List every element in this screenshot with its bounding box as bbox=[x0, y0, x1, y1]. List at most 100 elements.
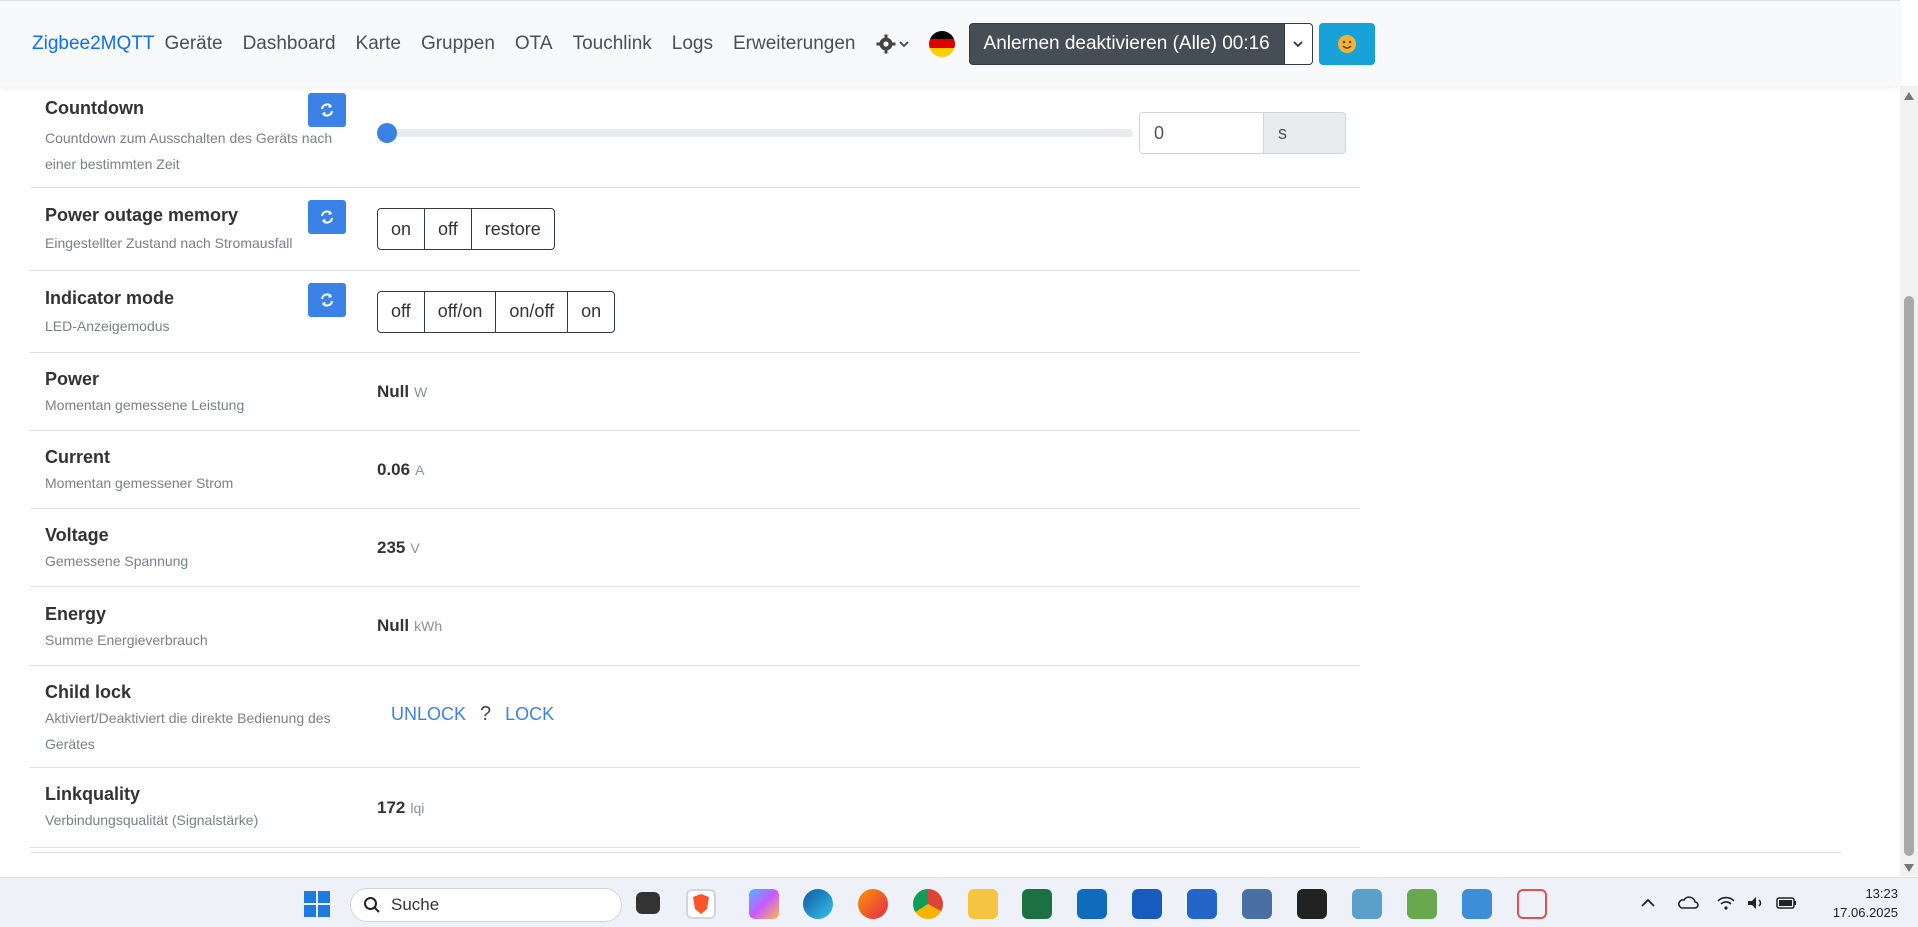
excel-icon[interactable] bbox=[1022, 889, 1052, 919]
row-description: Aktiviert/Deaktiviert die direkte Bedien… bbox=[45, 710, 331, 752]
option-off-button[interactable]: off bbox=[377, 290, 425, 333]
word-icon[interactable] bbox=[1132, 889, 1162, 919]
row-energy: Energy Summe Energieverbrauch Null kWh bbox=[30, 587, 1360, 666]
outlook-icon[interactable] bbox=[1077, 889, 1107, 919]
row-title: Power bbox=[45, 369, 100, 389]
option-off-button[interactable]: off bbox=[424, 208, 472, 250]
nav-link-map[interactable]: Karte bbox=[356, 33, 401, 55]
copilot-icon[interactable] bbox=[749, 889, 779, 919]
refresh-button[interactable] bbox=[308, 93, 346, 127]
power-value: Null bbox=[377, 381, 410, 401]
refresh-icon bbox=[321, 293, 333, 307]
permit-join-dropdown-toggle[interactable] bbox=[1284, 22, 1313, 65]
task-view-icon[interactable] bbox=[636, 892, 660, 914]
current-unit: A bbox=[415, 461, 425, 478]
taskbar-search[interactable]: Suche bbox=[350, 888, 622, 922]
edge-browser-icon[interactable] bbox=[803, 889, 833, 919]
settings-dropdown[interactable] bbox=[876, 34, 909, 54]
nav-link-logs[interactable]: Logs bbox=[672, 33, 713, 55]
row-child-lock: Child lock Aktiviert/Deaktiviert die dir… bbox=[30, 666, 1360, 768]
permit-join-button[interactable]: Anlernen deaktivieren (Alle) 00:16 bbox=[968, 22, 1285, 65]
chevron-down-icon bbox=[1293, 40, 1303, 47]
start-button[interactable] bbox=[302, 889, 332, 919]
countdown-input[interactable]: 0 bbox=[1139, 112, 1264, 154]
child-lock-control: UNLOCK ? LOCK bbox=[377, 703, 554, 726]
option-off-on-button[interactable]: off/on bbox=[423, 290, 497, 333]
indicator-mode-options: off off/on on/off on bbox=[377, 290, 616, 333]
energy-value: Null bbox=[377, 616, 410, 635]
slider-track bbox=[377, 129, 1133, 137]
countdown-slider[interactable] bbox=[377, 123, 1133, 143]
countdown-unit: s bbox=[1264, 112, 1346, 154]
slider-thumb[interactable] bbox=[377, 123, 397, 143]
wifi-icon[interactable] bbox=[1716, 894, 1736, 912]
nav-link-groups[interactable]: Gruppen bbox=[421, 33, 495, 55]
brand-link[interactable]: Zigbee2MQTT bbox=[32, 33, 154, 55]
emoji-face-icon bbox=[1337, 34, 1356, 53]
chevron-down-icon bbox=[898, 40, 909, 47]
row-title: Energy bbox=[45, 604, 107, 624]
switch-app-icon[interactable] bbox=[1297, 889, 1327, 919]
card-bottom-divider bbox=[30, 852, 1842, 853]
refresh-icon bbox=[321, 103, 333, 117]
battery-icon[interactable] bbox=[1776, 895, 1798, 911]
language-flag-icon[interactable] bbox=[928, 30, 955, 57]
row-description: Summe Energieverbrauch bbox=[45, 632, 208, 648]
top-navbar: Zigbee2MQTT Geräte Dashboard Karte Grupp… bbox=[0, 0, 1900, 86]
row-power: Power Momentan gemessene Leistung Null W bbox=[30, 353, 1360, 431]
voltage-unit: V bbox=[410, 539, 420, 556]
row-title: Voltage bbox=[45, 525, 109, 545]
nav-link-devices[interactable]: Geräte bbox=[164, 33, 222, 55]
row-description: Momentan gemessener Strom bbox=[45, 475, 234, 491]
row-title: Linkquality bbox=[45, 784, 141, 804]
user-button[interactable] bbox=[1318, 22, 1375, 65]
scroll-up-arrow-icon[interactable] bbox=[1904, 92, 1914, 100]
device-exposes-list: Countdown Countdown zum Ausschalten des … bbox=[30, 86, 1360, 848]
row-countdown: Countdown Countdown zum Ausschalten des … bbox=[30, 86, 1360, 188]
lock-button[interactable]: LOCK bbox=[505, 704, 554, 725]
option-restore-button[interactable]: restore bbox=[470, 208, 555, 250]
row-title: Child lock bbox=[45, 682, 132, 702]
taskbar-clock[interactable]: 13:23 17.06.2025 bbox=[1833, 884, 1898, 922]
firefox-icon[interactable] bbox=[858, 889, 888, 919]
nav-link-touchlink[interactable]: Touchlink bbox=[573, 33, 652, 55]
chevron-up-icon[interactable] bbox=[1640, 895, 1656, 911]
chrome-icon[interactable] bbox=[913, 889, 943, 919]
row-description: Verbindungsqualität (Signalstärke) bbox=[45, 812, 259, 828]
linkquality-unit: lqi bbox=[410, 799, 425, 816]
network-app-icon[interactable] bbox=[1242, 889, 1272, 919]
scrollbar-thumb[interactable] bbox=[1904, 296, 1914, 856]
nav-link-extensions[interactable]: Erweiterungen bbox=[733, 33, 856, 55]
option-on-button[interactable]: on bbox=[377, 208, 426, 250]
file-explorer-icon[interactable] bbox=[968, 889, 998, 919]
page-scrollbar[interactable] bbox=[1900, 86, 1918, 876]
snipping-app-icon[interactable] bbox=[1352, 889, 1382, 919]
row-indicator-mode: Indicator mode LED-Anzeigemodus off off/… bbox=[30, 271, 1360, 353]
volume-icon[interactable] bbox=[1746, 894, 1766, 912]
row-description: Momentan gemessene Leistung bbox=[45, 397, 245, 413]
brave-browser-icon[interactable] bbox=[686, 889, 716, 919]
child-lock-state: ? bbox=[480, 703, 492, 725]
row-linkquality: Linkquality Verbindungsqualität (Signals… bbox=[30, 768, 1360, 848]
onedrive-icon[interactable] bbox=[1678, 894, 1700, 912]
voltage-value: 235 bbox=[377, 537, 406, 557]
row-description: Gemessene Spannung bbox=[45, 553, 189, 569]
option-on-off-button[interactable]: on/off bbox=[495, 290, 569, 333]
row-voltage: Voltage Gemessene Spannung 235 V bbox=[30, 509, 1360, 587]
snip-tool-icon[interactable] bbox=[1517, 889, 1547, 919]
row-description: Countdown zum Ausschalten des Geräts nac… bbox=[45, 130, 333, 172]
refresh-icon bbox=[321, 210, 333, 224]
row-current: Current Momentan gemessener Strom 0.06 A bbox=[30, 431, 1360, 509]
store-icon[interactable] bbox=[1187, 889, 1217, 919]
notepad-icon[interactable] bbox=[1462, 889, 1492, 919]
nav-link-ota[interactable]: OTA bbox=[515, 33, 553, 55]
paint-app-icon[interactable] bbox=[1407, 889, 1437, 919]
option-on-button[interactable]: on bbox=[567, 290, 616, 333]
unlock-button[interactable]: UNLOCK bbox=[391, 704, 466, 725]
scroll-down-arrow-icon[interactable] bbox=[1904, 864, 1914, 872]
linkquality-value: 172 bbox=[377, 797, 406, 817]
nav-link-dashboard[interactable]: Dashboard bbox=[243, 33, 336, 55]
power-unit: W bbox=[414, 383, 428, 400]
refresh-button[interactable] bbox=[308, 200, 346, 234]
refresh-button[interactable] bbox=[308, 283, 346, 317]
